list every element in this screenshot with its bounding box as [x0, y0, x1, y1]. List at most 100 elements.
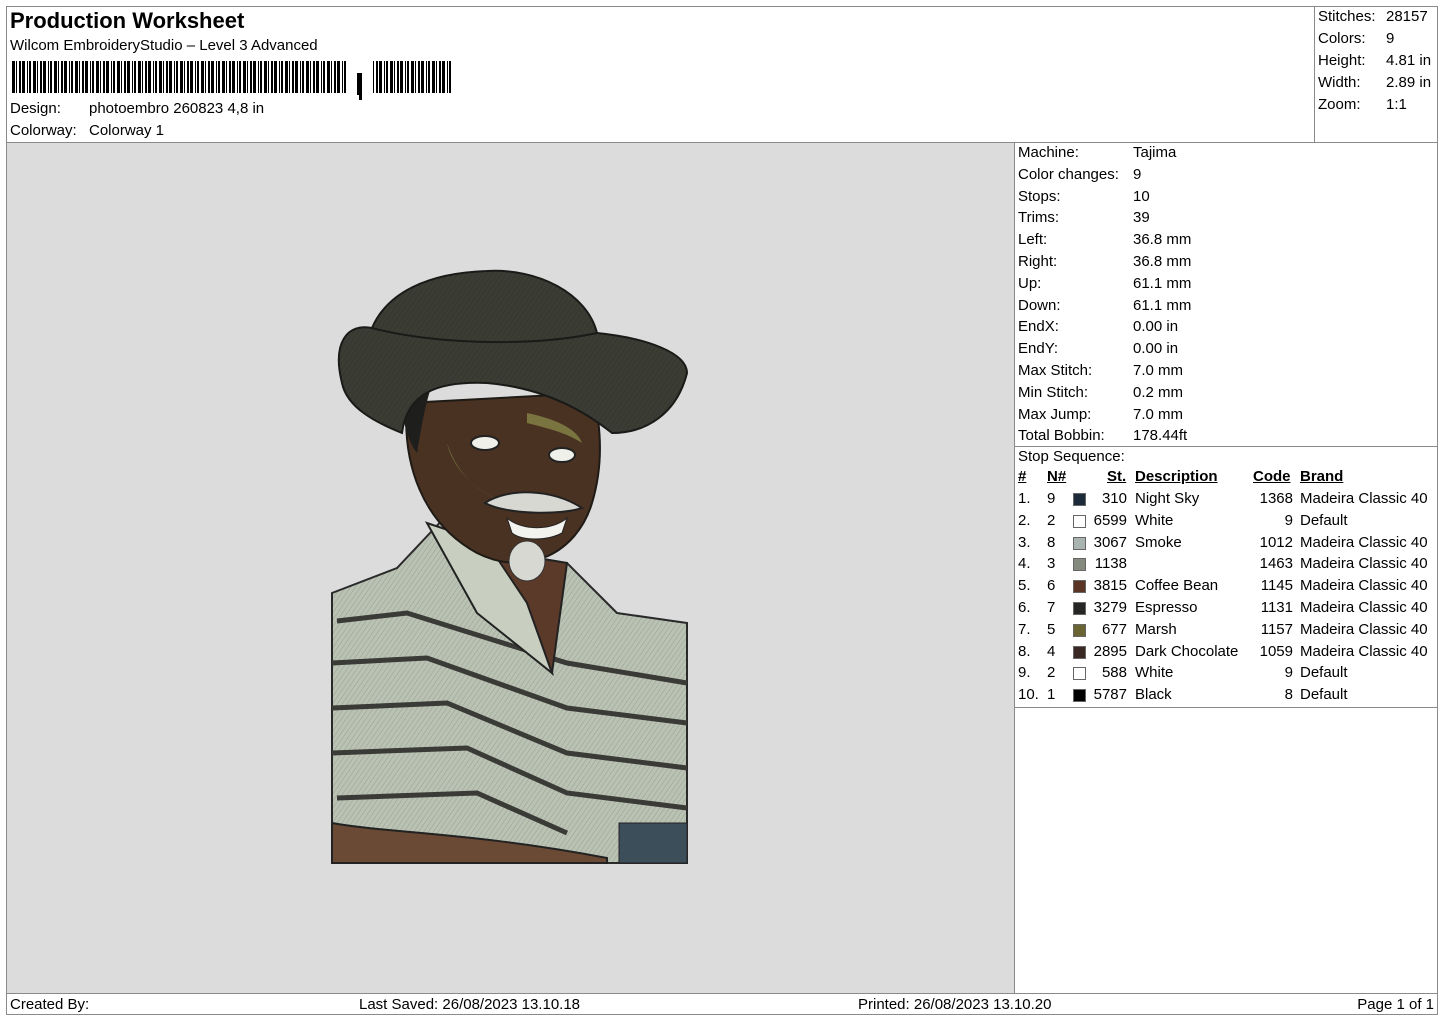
- barcode-bar: [205, 61, 206, 93]
- row-stitches: 2895: [1093, 642, 1127, 660]
- barcode-bar: [106, 61, 109, 93]
- machine-panel: Machine: Tajima Color changes: 9 Stops: 10 Tri…: [1015, 143, 1438, 993]
- barcode-bar: [313, 61, 315, 93]
- machine-info-row: Color changes: 9: [1018, 166, 1141, 183]
- row-index: 6.: [1018, 599, 1031, 616]
- barcode-bar: [163, 61, 164, 93]
- table-row: 8. 4 2895 Dark Chocolate 1059 Madeira Classic…: [1015, 643, 1438, 665]
- barcode-bar: [134, 61, 136, 93]
- row-needle: 1: [1047, 686, 1056, 704]
- stat-value: 4.81 in: [1386, 52, 1432, 69]
- stat-width: Width: 2.89 in: [1318, 74, 1431, 91]
- barcode-bar: [71, 61, 73, 93]
- barcode-bar: [281, 61, 283, 93]
- barcode-bar: [394, 61, 395, 93]
- barcode-bar: [50, 61, 52, 93]
- row-needle: 2: [1047, 511, 1056, 529]
- barcode-bar: [79, 61, 80, 93]
- row-brand: Default: [1300, 686, 1348, 704]
- stop-sequence-title: Stop Sequence:: [1018, 448, 1125, 465]
- col-index: #: [1018, 468, 1027, 485]
- barcode-bar: [211, 61, 214, 93]
- barcode-bar: [300, 61, 301, 93]
- barcode-bar: [407, 61, 409, 93]
- barcode-bar: [159, 61, 162, 93]
- info-value: 0.00 in: [1133, 318, 1179, 336]
- barcode-bar: [187, 61, 189, 93]
- row-brand: Madeira Classic 40: [1300, 533, 1428, 551]
- barcode-bar: [449, 61, 451, 93]
- barcode-bar: [379, 61, 382, 93]
- row-description: White: [1135, 511, 1174, 529]
- barcode-bar: [337, 61, 340, 93]
- table-row: 1. 9 310 Night Sky 1368 Madeira Classic 40: [1015, 490, 1438, 512]
- printed-date: Printed: 26/08/2023 13.10.20: [858, 996, 1052, 1013]
- row-description: Coffee Bean: [1135, 577, 1219, 595]
- info-value: 61.1 mm: [1133, 274, 1192, 292]
- barcode-bar: [61, 61, 63, 93]
- barcode-bar: [250, 61, 252, 93]
- stat-label: Stitches:: [1318, 8, 1376, 25]
- row-code: 9: [1284, 664, 1293, 682]
- row-needle: 8: [1047, 533, 1056, 551]
- info-value: 9: [1133, 165, 1142, 183]
- table-row: 9. 2 588 White 9 Default: [1015, 664, 1438, 686]
- col-brand: Brand: [1300, 468, 1344, 485]
- barcode-bar: [436, 61, 437, 93]
- barcode-bar: [237, 61, 238, 93]
- barcode-bar: [292, 61, 294, 93]
- embroidery-portrait-image: [331, 269, 689, 864]
- machine-info-row: Total Bobbin: 178.44ft: [1018, 427, 1187, 444]
- barcode-bar: [121, 61, 122, 93]
- stat-colors: Colors: 9: [1318, 30, 1394, 47]
- barcode-bar: [69, 61, 70, 93]
- info-label: EndY:: [1018, 340, 1059, 358]
- info-value: 0.00 in: [1133, 340, 1179, 358]
- machine-info-row: Stops: 10: [1018, 188, 1150, 205]
- row-code: 1059: [1259, 642, 1293, 660]
- barcode-bar: [222, 61, 225, 93]
- barcode-bar: [113, 61, 115, 93]
- barcode-bar: [216, 61, 217, 93]
- row-brand: Madeira Classic 40: [1300, 642, 1428, 660]
- table-row: 2. 2 6599 White 9 Default: [1015, 512, 1438, 534]
- barcode-bar: [316, 61, 319, 93]
- info-label: Total Bobbin:: [1018, 427, 1105, 445]
- stat-label: Height:: [1318, 52, 1366, 69]
- col-needle: N#: [1047, 468, 1067, 485]
- barcode-bar: [376, 61, 378, 93]
- machine-info-row: Min Stitch: 0.2 mm: [1018, 384, 1183, 401]
- row-needle: 3: [1047, 555, 1056, 573]
- barcode-bar: [229, 61, 231, 93]
- info-value: 7.0 mm: [1133, 362, 1184, 379]
- barcode-bar: [428, 61, 430, 93]
- stat-zoom: Zoom: 1:1: [1318, 96, 1407, 113]
- info-label: Trims:: [1018, 209, 1060, 227]
- barcode-bar: [75, 61, 78, 93]
- table-row: 10. 1 5787 Black 8 Default: [1015, 686, 1438, 708]
- info-label: Machine:: [1018, 144, 1079, 161]
- row-index: 8.: [1018, 642, 1031, 660]
- barcode-bar: [138, 61, 141, 93]
- table-row: 6. 7 3279 Espresso 1131 Madeira Classic 40: [1015, 599, 1438, 621]
- table-row: 5. 6 3815 Coffee Bean 1145 Madeira Classic 40: [1015, 577, 1438, 599]
- barcode-bar: [421, 61, 424, 93]
- info-value: 36.8 mm: [1133, 231, 1192, 249]
- barcode: [12, 61, 451, 100]
- table-row: 7. 5 677 Marsh 1157 Madeira Classic 40: [1015, 621, 1438, 643]
- info-label: EndX:: [1018, 318, 1059, 336]
- row-brand: Default: [1300, 664, 1348, 682]
- barcode-bar: [447, 61, 448, 93]
- barcode-bar: [54, 61, 57, 93]
- created-by: Created By:: [10, 996, 90, 1013]
- table-header: # N# St. Description Code Brand: [1015, 468, 1438, 490]
- machine-info-row: EndX: 0.00 in: [1018, 318, 1178, 335]
- barcode-bar: [289, 61, 290, 93]
- barcode-bar: [232, 61, 235, 93]
- row-description: Night Sky: [1135, 490, 1200, 507]
- info-value: 10: [1133, 187, 1150, 205]
- barcode-bar: [201, 61, 204, 93]
- stat-value: 28157: [1386, 8, 1428, 25]
- barcode-bar: [190, 61, 193, 93]
- col-stitches: St.: [1107, 468, 1127, 485]
